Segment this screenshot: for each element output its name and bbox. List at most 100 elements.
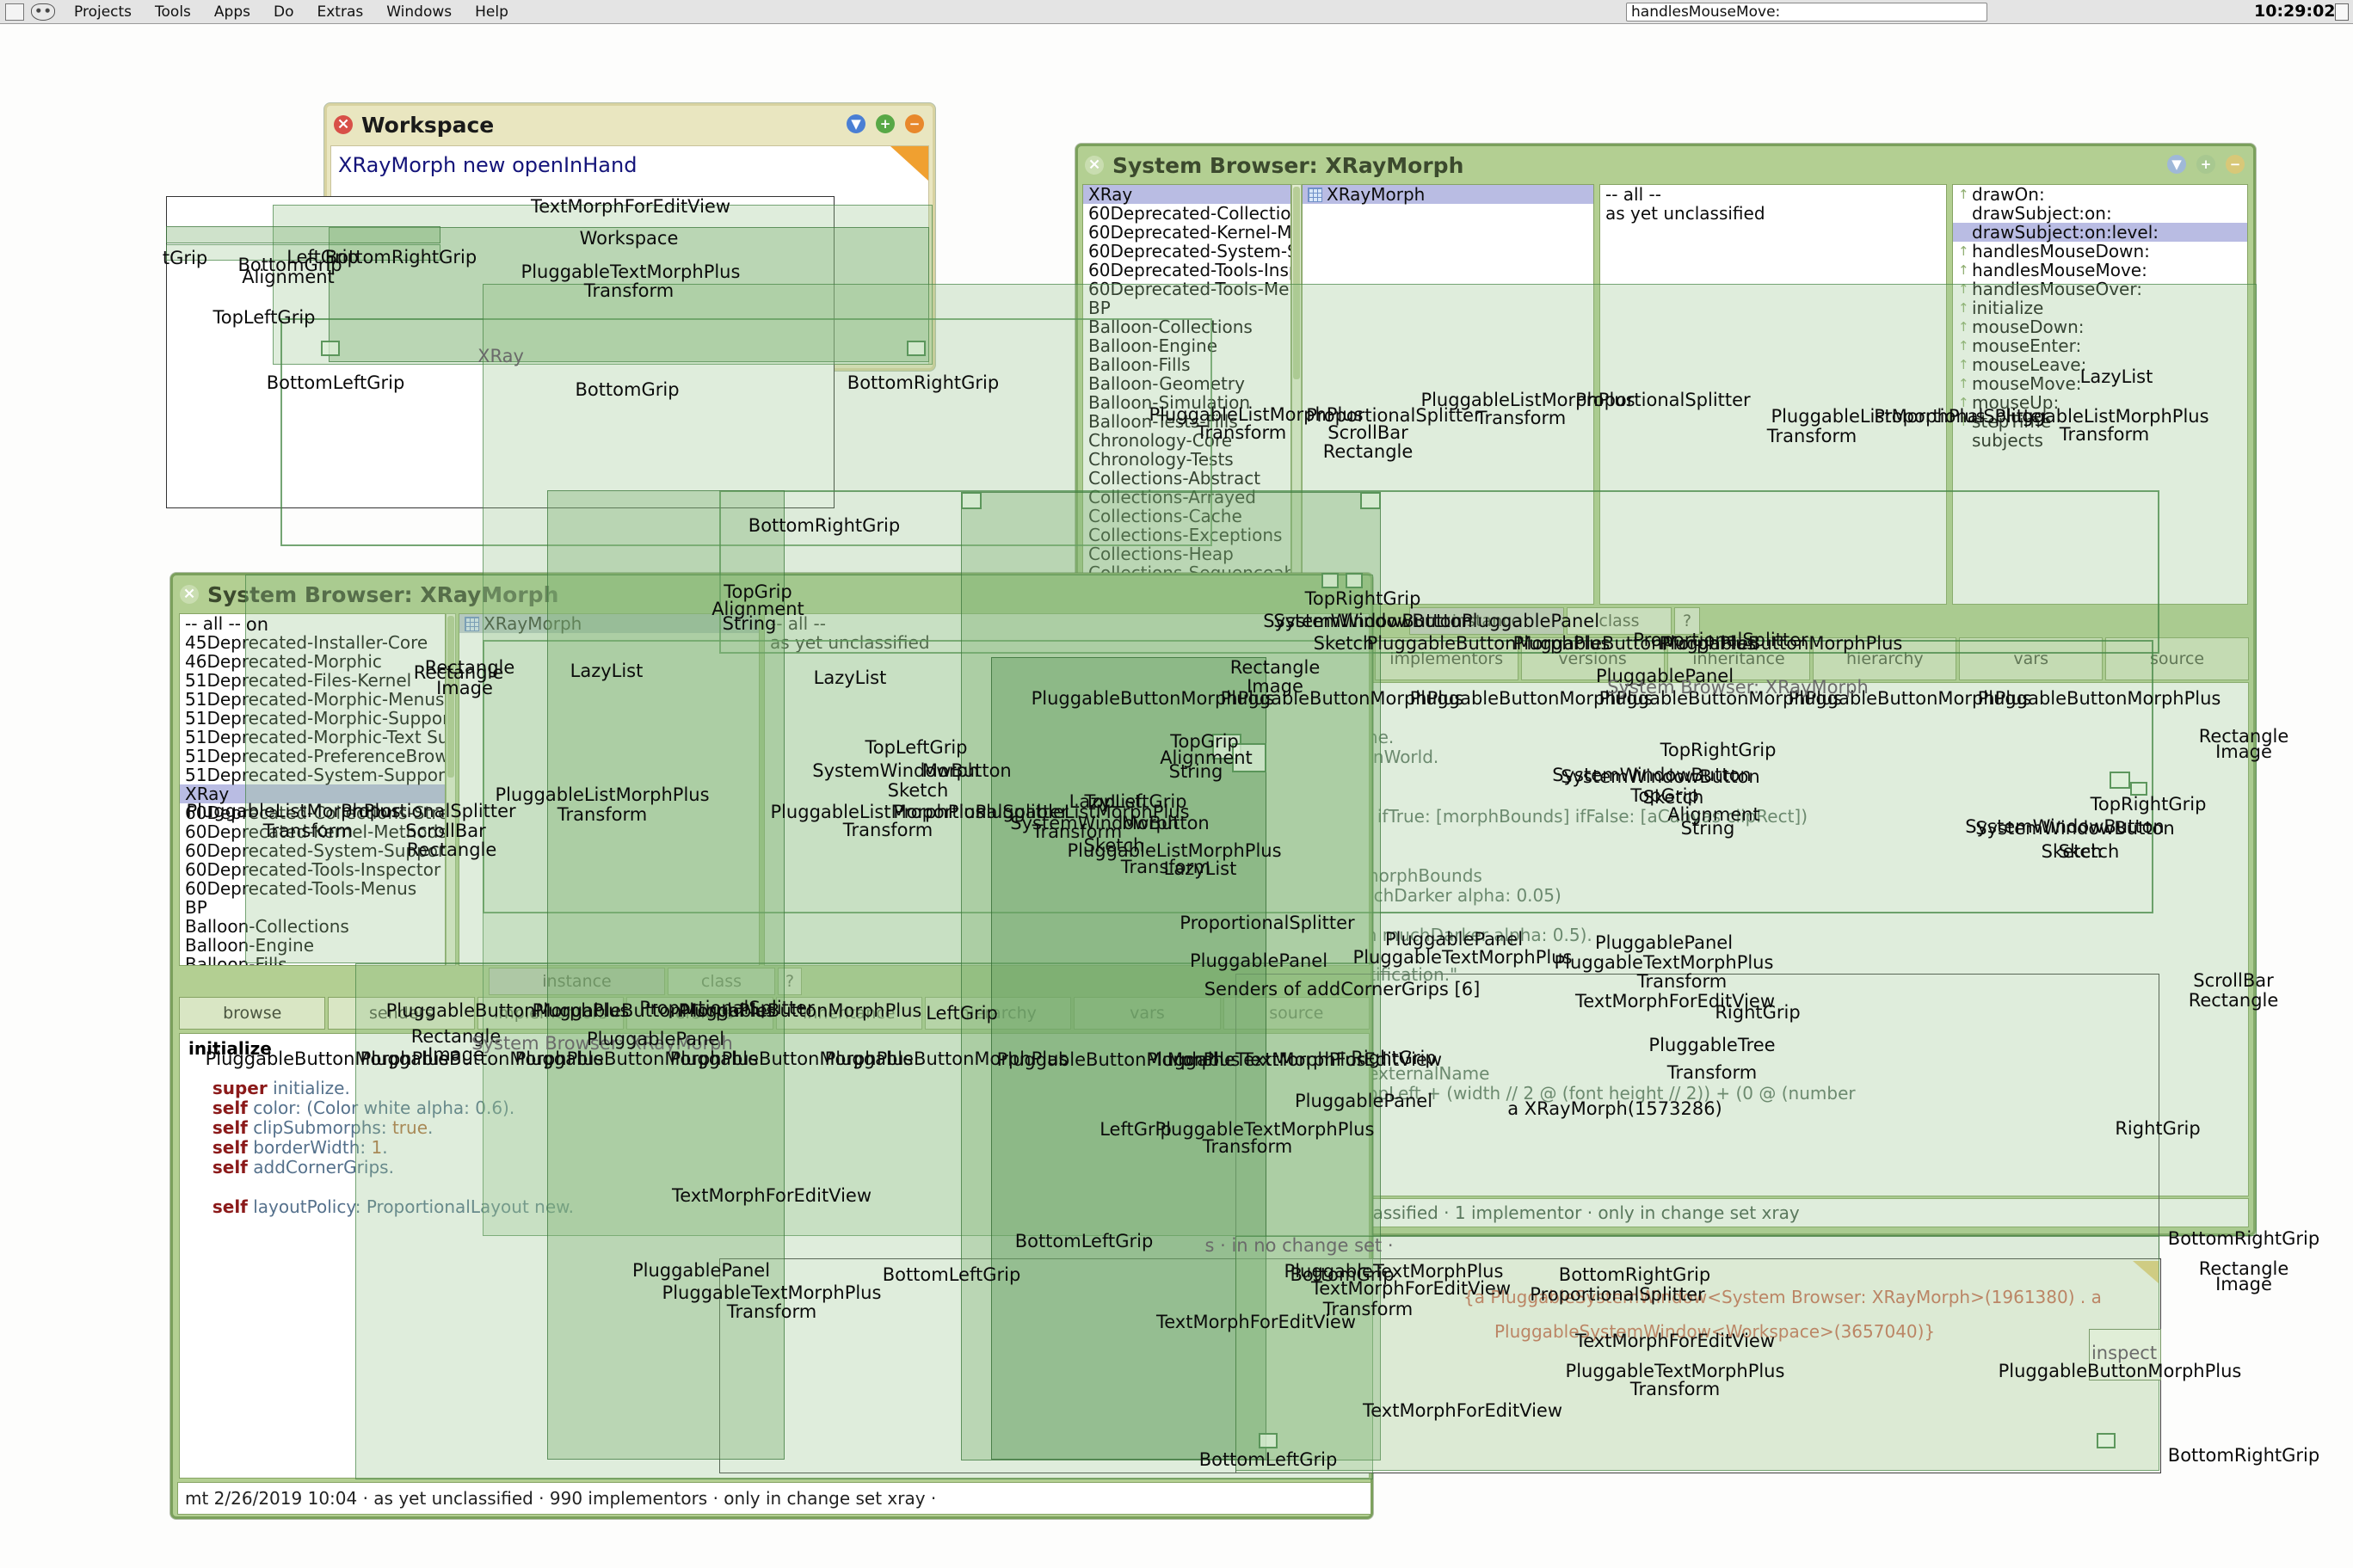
browser-button-vars[interactable]: vars	[1074, 997, 1220, 1030]
app-icon[interactable]	[5, 3, 24, 21]
tab-class[interactable]: class	[1567, 607, 1672, 635]
list-item-mouseenter[interactable]: ↑mouseEnter:	[1953, 336, 2247, 355]
tab-instance[interactable]: instance	[1409, 607, 1564, 635]
list-item-collections-exceptions[interactable]: Collections-Exceptions	[1083, 526, 1290, 544]
list-item-collections-arrayed[interactable]: Collections-Arrayed	[1083, 488, 1290, 507]
tab-[interactable]: ?	[1674, 607, 1700, 635]
list-item-60deprecated-system-support[interactable]: 60Deprecated-System-Support	[1083, 242, 1290, 261]
expand-icon[interactable]: +	[2196, 155, 2215, 174]
browser-button-inheritance[interactable]: inheritance	[1667, 637, 1811, 680]
workspace-titlebar[interactable]: Workspace ▼ + −	[327, 106, 933, 144]
workspace-code[interactable]: XRayMorph new openInHand	[338, 153, 637, 177]
list-item-subjects[interactable]: ↑subjects	[1953, 431, 2247, 450]
list-item-steptime[interactable]: ↑stepTime	[1953, 412, 2247, 431]
list-item-chronology-core[interactable]: Chronology-Core	[1083, 431, 1290, 450]
list-item-as-yet-unclassified[interactable]: as yet unclassified	[1600, 204, 1946, 223]
window-menu-icon[interactable]: ▼	[847, 114, 865, 133]
list-item-balloon-collections[interactable]: Balloon-Collections	[1083, 317, 1290, 336]
list-item-handlesmousemove[interactable]: ↑handlesMouseMove:	[1953, 261, 2247, 280]
workspace-text-area[interactable]: XRayMorph new openInHand	[330, 145, 929, 365]
browser-button-browse[interactable]: browse	[179, 997, 325, 1030]
list-item-xray[interactable]: XRay	[180, 784, 445, 803]
list-item-all[interactable]: -- all --	[180, 614, 445, 633]
list-item-balloon-collections[interactable]: Balloon-Collections	[180, 917, 445, 936]
list-item-drawon[interactable]: ↑drawOn:	[1953, 185, 2247, 204]
list-item-51deprecated-morphic-menus[interactable]: 51Deprecated-Morphic-Menus	[180, 690, 445, 709]
package-list[interactable]: XRay60Deprecated-Collections-Stream60Dep…	[1082, 184, 1291, 605]
list-item-xray[interactable]: XRay	[1083, 185, 1290, 204]
list-item-mousemove[interactable]: ↑mouseMove:	[1953, 374, 2247, 393]
menu-item-help[interactable]: Help	[475, 3, 508, 21]
browser-button-hierarchy[interactable]: hierarchy	[1813, 637, 1956, 680]
list-item-bp[interactable]: BP	[1083, 298, 1290, 317]
list-item-60deprecated-kernel-methods[interactable]: 60Deprecated-Kernel-Methods	[180, 822, 445, 841]
list-item-balloon-engine[interactable]: Balloon-Engine	[180, 936, 445, 955]
menu-item-apps[interactable]: Apps	[214, 3, 250, 21]
menu-item-tools[interactable]: Tools	[155, 3, 191, 21]
browser-button-vars[interactable]: vars	[1959, 637, 2103, 680]
tab-class[interactable]: class	[668, 968, 775, 995]
method-list[interactable]: ↑drawOn:↑drawSubject:on:↑drawSubject:on:…	[1952, 184, 2248, 605]
browser-button-senders[interactable]: senders	[328, 997, 474, 1030]
workspace-window[interactable]: Workspace ▼ + − XRayMorph new openInHand	[324, 103, 935, 371]
list-item-initialize[interactable]: ↑initialize	[1953, 298, 2247, 317]
list-item-45deprecated-installer-core[interactable]: 45Deprecated-Installer-Core	[180, 633, 445, 652]
list-item-xraymorph[interactable]: XRayMorph	[459, 614, 759, 633]
menu-item-extras[interactable]: Extras	[317, 3, 364, 21]
list-item-60deprecated-collections-stream[interactable]: 60Deprecated-Collections-Stream	[1083, 204, 1290, 223]
list-item-balloon-engine[interactable]: Balloon-Engine	[1083, 336, 1290, 355]
list-item-xraymorph[interactable]: XRayMorph	[1303, 185, 1593, 204]
inspector-window[interactable]: {a PluggableSystemWindow<System Browser:…	[1235, 1258, 2161, 1473]
close-icon[interactable]	[1085, 156, 1104, 175]
list-item-mouseleave[interactable]: ↑mouseLeave:	[1953, 355, 2247, 374]
browser-button-source[interactable]: source	[2105, 637, 2249, 680]
category-list[interactable]: -- all --as yet unclassified	[764, 613, 1370, 966]
list-item-60deprecated-system-support[interactable]: 60Deprecated-System-Support	[180, 841, 445, 860]
browser-button-inheritance[interactable]: inheritance	[776, 997, 922, 1030]
browser-button-implementors[interactable]: implementors	[477, 997, 624, 1030]
class-list[interactable]: XRayMorph	[459, 613, 760, 966]
tab-[interactable]: ?	[778, 968, 802, 995]
list-item-51deprecated-system-support[interactable]: 51Deprecated-System-Support	[180, 766, 445, 784]
list-item-balloon-fills[interactable]: Balloon-Fills	[180, 955, 445, 966]
list-item-mousedown[interactable]: ↑mouseDown:	[1953, 317, 2247, 336]
browser-titlebar[interactable]: System Browser: XRayMorph	[173, 575, 1371, 613]
code-pane[interactable]: initialize super initialize. self color:…	[179, 1033, 1370, 1479]
close-icon[interactable]	[334, 115, 353, 134]
list-item-collections-cache[interactable]: Collections-Cache	[1083, 507, 1290, 526]
menu-item-do[interactable]: Do	[274, 3, 294, 21]
menu-item-projects[interactable]: Projects	[74, 3, 132, 21]
list-item-chronology-tests[interactable]: Chronology-Tests	[1083, 450, 1290, 469]
list-item-60deprecated-tools-inspector[interactable]: 60Deprecated-Tools-Inspector	[180, 860, 445, 879]
document-icon[interactable]	[2335, 3, 2349, 21]
collapse-icon[interactable]: −	[905, 114, 924, 133]
list-item-60deprecated-kernel-methods[interactable]: 60Deprecated-Kernel-Methods	[1083, 223, 1290, 242]
list-item-balloon-fills[interactable]: Balloon-Fills	[1083, 355, 1290, 374]
browser-button-versions[interactable]: versions	[1521, 637, 1665, 680]
list-item-60deprecated-collections-streams[interactable]: 60Deprecated-Collections-Streams	[180, 803, 445, 822]
browser-button-hierarchy[interactable]: hierarchy	[925, 997, 1071, 1030]
list-item-all[interactable]: -- all --	[1600, 185, 1946, 204]
list-item-collections-heap[interactable]: Collections-Heap	[1083, 544, 1290, 563]
list-item-balloon-simulation[interactable]: Balloon-Simulation	[1083, 393, 1290, 412]
menu-search-field[interactable]: handlesMouseMove:	[1626, 3, 1987, 22]
package-list[interactable]: -- all --45Deprecated-Installer-Core46De…	[179, 613, 446, 966]
browser-button-source[interactable]: source	[1223, 997, 1370, 1030]
list-item-60deprecated-tools-menus[interactable]: 60Deprecated-Tools-Menus	[1083, 280, 1290, 298]
list-item-51deprecated-morphic-support[interactable]: 51Deprecated-Morphic-Support	[180, 709, 445, 728]
list-item-drawsubject-on-level[interactable]: ↑drawSubject:on:level:	[1953, 223, 2247, 242]
list-item-handlesmouseover[interactable]: ↑handlesMouseOver:	[1953, 280, 2247, 298]
collapse-icon[interactable]: −	[2226, 155, 2245, 174]
browser-button-versions[interactable]: versions	[626, 997, 773, 1030]
list-item-as-yet-unclassified[interactable]: as yet unclassified	[765, 633, 1369, 652]
list-item-collections-abstract[interactable]: Collections-Abstract	[1083, 469, 1290, 488]
category-list[interactable]: -- all --as yet unclassified	[1599, 184, 1947, 605]
list-item-drawsubject-on[interactable]: ↑drawSubject:on:	[1953, 204, 2247, 223]
scrollbar[interactable]	[446, 613, 456, 966]
close-icon[interactable]	[180, 585, 199, 604]
class-list[interactable]: XRayMorph	[1302, 184, 1594, 605]
expand-icon[interactable]: +	[876, 114, 895, 133]
menu-item-windows[interactable]: Windows	[386, 3, 452, 21]
list-item-mouseup[interactable]: ↑mouseUp:	[1953, 393, 2247, 412]
list-item-balloon-geometry[interactable]: Balloon-Geometry	[1083, 374, 1290, 393]
